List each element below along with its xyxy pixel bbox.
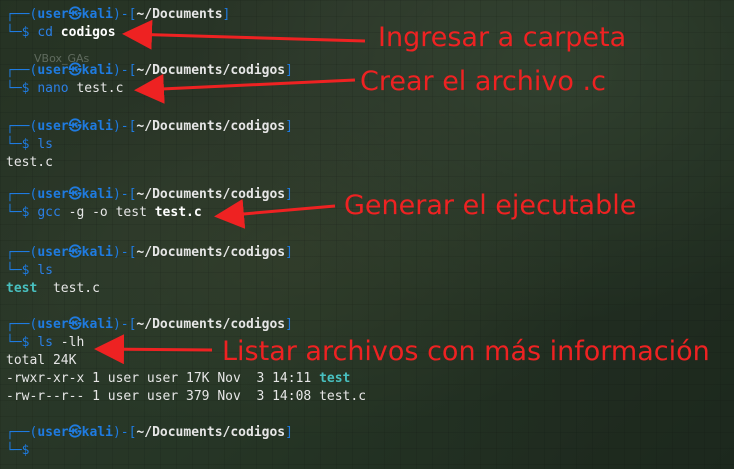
arrow-ls-lh	[94, 334, 213, 365]
annotation-ingresar: Ingresar a carpeta	[378, 22, 627, 53]
arrow-gcc	[214, 198, 336, 229]
arrow-nano	[134, 73, 356, 104]
annotation-generar: Generar el ejecutable	[344, 190, 637, 221]
annotation-crear: Crear el archivo .c	[360, 66, 606, 97]
arrow-cd	[122, 19, 366, 50]
annotation-listar: Listar archivos con más información	[222, 336, 710, 367]
